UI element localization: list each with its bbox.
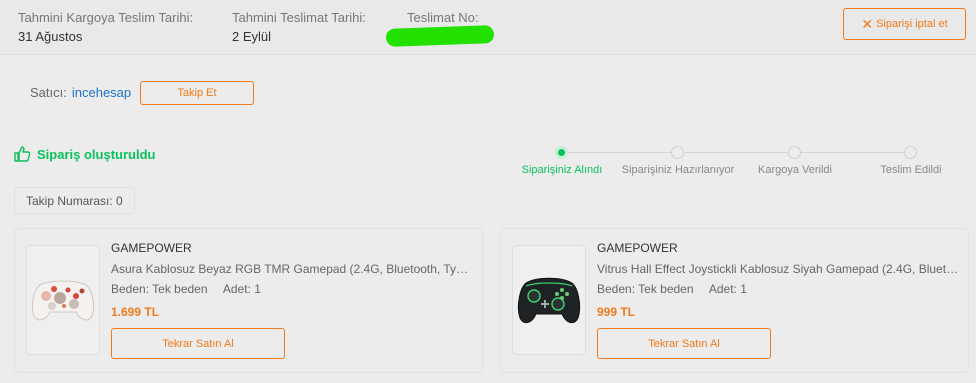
- product-size: Beden: Tek beden: [111, 282, 208, 296]
- product-name-link[interactable]: Vitrus Hall Effect Joystickli Kablosuz S…: [597, 262, 959, 276]
- order-status: Sipariş oluşturuldu: [14, 146, 155, 162]
- product-meta: Beden: Tek beden Adet: 1: [111, 282, 261, 296]
- white-gamepad-image: [31, 280, 95, 321]
- product-card: GAMEPOWER Asura Kablosuz Beyaz RGB TMR G…: [14, 228, 483, 373]
- delivery-date-label: Tahmini Teslimat Tarihi:: [232, 10, 366, 25]
- product-quantity: Adet: 1: [222, 282, 261, 296]
- delivery-date-value: 2 Eylül: [232, 29, 272, 44]
- step-dot-preparing: [671, 146, 684, 159]
- estimated-cargo-date: Tahmini Kargoya Teslim Tarihi: 31 Ağusto…: [18, 10, 193, 44]
- step-dot-shipped: [788, 146, 801, 159]
- product-price: 999 TL: [597, 305, 636, 319]
- step-dot-received: [555, 146, 568, 159]
- step-label-shipped: Kargoya Verildi: [758, 164, 832, 176]
- seller-info: Satıcı: incehesap: [30, 85, 131, 100]
- close-icon: ✕: [861, 16, 874, 32]
- product-price: 1.699 TL: [111, 305, 160, 319]
- progress-line: [800, 152, 914, 153]
- cargo-date-label: Tahmini Kargoya Teslim Tarihi:: [18, 10, 194, 25]
- step-label-received: Siparişiniz Alındı: [521, 164, 603, 176]
- product-image[interactable]: [26, 245, 100, 355]
- product-brand: GAMEPOWER: [111, 241, 192, 255]
- buy-again-button[interactable]: Tekrar Satın Al: [111, 328, 285, 359]
- order-header: Tahmini Kargoya Teslim Tarihi: 31 Ağusto…: [0, 0, 976, 55]
- order-status-text: Sipariş oluşturuldu: [37, 146, 156, 162]
- step-label-preparing: Siparişiniz Hazırlanıyor: [621, 164, 735, 176]
- product-image[interactable]: [512, 245, 586, 355]
- buy-again-button[interactable]: Tekrar Satın Al: [597, 328, 771, 359]
- follow-seller-button[interactable]: Takip Et: [140, 81, 254, 105]
- step-label-delivered: Teslim Edildi: [880, 164, 942, 176]
- step-dot-delivered: [904, 146, 917, 159]
- cargo-date-value: 31 Ağustos: [18, 29, 83, 44]
- seller-label: Satıcı:: [30, 85, 67, 100]
- redaction-mark: [385, 25, 495, 47]
- product-name-link[interactable]: Asura Kablosuz Beyaz RGB TMR Gamepad (2.…: [111, 262, 473, 276]
- thumbs-up-icon: [14, 146, 31, 162]
- product-card: GAMEPOWER Vitrus Hall Effect Joystickli …: [500, 228, 969, 373]
- product-meta: Beden: Tek beden Adet: 1: [597, 282, 747, 296]
- black-gamepad-image: [517, 277, 581, 324]
- product-size: Beden: Tek beden: [597, 282, 694, 296]
- order-progress-tracker: Siparişiniz Alındı Siparişiniz Hazırlanı…: [508, 140, 968, 180]
- cancel-order-button[interactable]: ✕ Siparişi iptal et: [843, 8, 966, 40]
- delivery-no-label: Teslimat No:: [407, 10, 479, 25]
- tracking-number: Takip Numarası: 0: [14, 187, 135, 214]
- product-brand: GAMEPOWER: [597, 241, 678, 255]
- seller-link[interactable]: incehesap: [72, 85, 131, 100]
- estimated-delivery-date: Tahmini Teslimat Tarihi: 2 Eylül: [232, 10, 366, 44]
- product-quantity: Adet: 1: [708, 282, 747, 296]
- cancel-order-label: Siparişi iptal et: [876, 18, 948, 30]
